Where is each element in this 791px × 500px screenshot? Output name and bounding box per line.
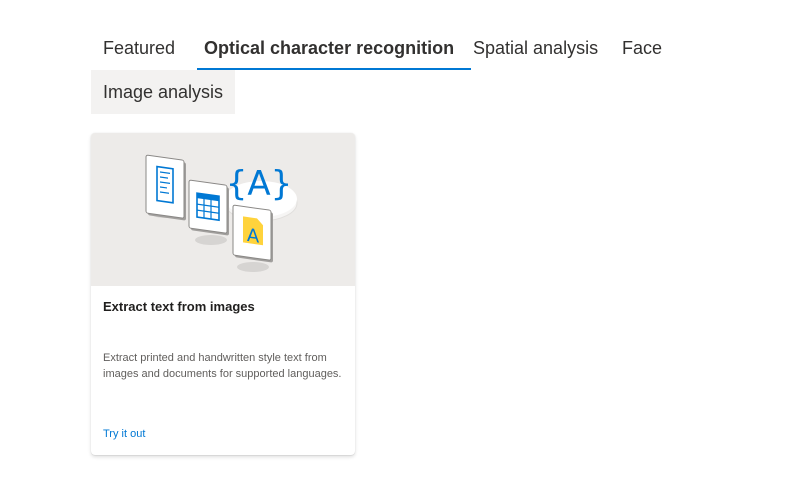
tab-spatial-analysis[interactable]: Spatial analysis bbox=[461, 26, 610, 70]
ocr-illustration-icon: {A} A bbox=[145, 154, 298, 272]
card-illustration: {A} A bbox=[91, 133, 355, 286]
ocr-card[interactable]: {A} A Extract text from images Extract p… bbox=[91, 133, 355, 455]
svg-text:A: A bbox=[247, 225, 260, 248]
card-description: Extract printed and handwritten style te… bbox=[103, 352, 342, 380]
svg-text:{A}: {A} bbox=[226, 164, 293, 204]
try-it-out-link[interactable]: Try it out bbox=[103, 428, 145, 440]
card-title: Extract text from images bbox=[103, 299, 255, 314]
page: Featured Optical character recognition S… bbox=[0, 0, 791, 500]
tab-face[interactable]: Face bbox=[610, 26, 674, 70]
tab-featured[interactable]: Featured bbox=[91, 26, 187, 70]
tab-image-analysis[interactable]: Image analysis bbox=[91, 70, 236, 114]
tab-optical-character-recognition[interactable]: Optical character recognition bbox=[192, 26, 472, 70]
